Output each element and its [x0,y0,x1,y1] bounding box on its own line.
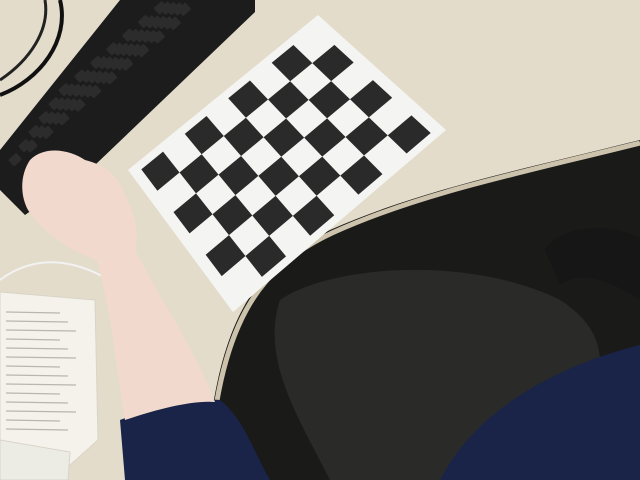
photo-scene [0,0,640,480]
photo-canvas [0,0,640,480]
open-book [0,291,99,480]
